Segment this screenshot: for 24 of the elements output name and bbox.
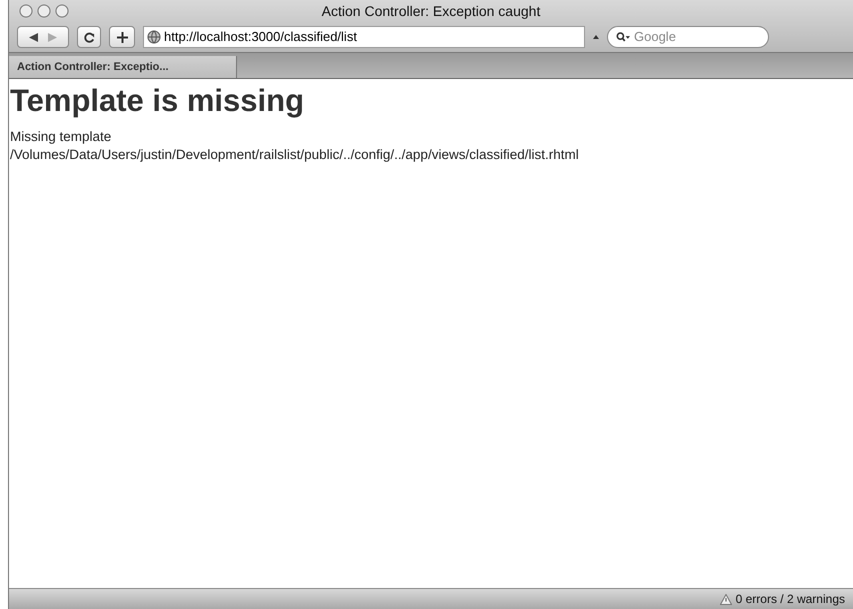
warning-icon bbox=[720, 594, 732, 604]
caret-icon bbox=[593, 35, 599, 39]
search-field[interactable]: Google bbox=[607, 26, 769, 48]
page-heading: Template is missing bbox=[10, 82, 306, 120]
reload-icon bbox=[84, 32, 94, 42]
window-title: Action Controller: Exception caught bbox=[322, 2, 540, 21]
error-message: /Volumes/Data/Users/justin/Development/railslist/public/../config/../app/views/classified/list.rhtml bbox=[10, 146, 580, 164]
url-text: http://localhost:3000/classified/list bbox=[164, 28, 357, 46]
window-control-icon[interactable] bbox=[55, 4, 69, 18]
forward-arrow-icon bbox=[48, 32, 57, 42]
globe-icon bbox=[147, 30, 161, 44]
window-control-icon[interactable] bbox=[37, 4, 51, 18]
plus-icon bbox=[116, 32, 128, 42]
reload-button[interactable] bbox=[77, 26, 101, 48]
back-forward-button[interactable] bbox=[17, 26, 69, 48]
address-field[interactable]: http://localhost:3000/classified/list bbox=[143, 26, 585, 48]
search-icon bbox=[616, 31, 630, 43]
browser-tab[interactable]: Action Controller: Exceptio... bbox=[9, 56, 237, 78]
status-text: 0 errors / 2 warnings bbox=[736, 591, 845, 608]
search-input[interactable]: Google bbox=[634, 27, 760, 47]
error-message: Missing template bbox=[10, 128, 112, 146]
add-bookmark-button[interactable] bbox=[109, 26, 135, 48]
window-control-icon[interactable] bbox=[19, 4, 33, 18]
back-arrow-icon bbox=[29, 32, 38, 42]
